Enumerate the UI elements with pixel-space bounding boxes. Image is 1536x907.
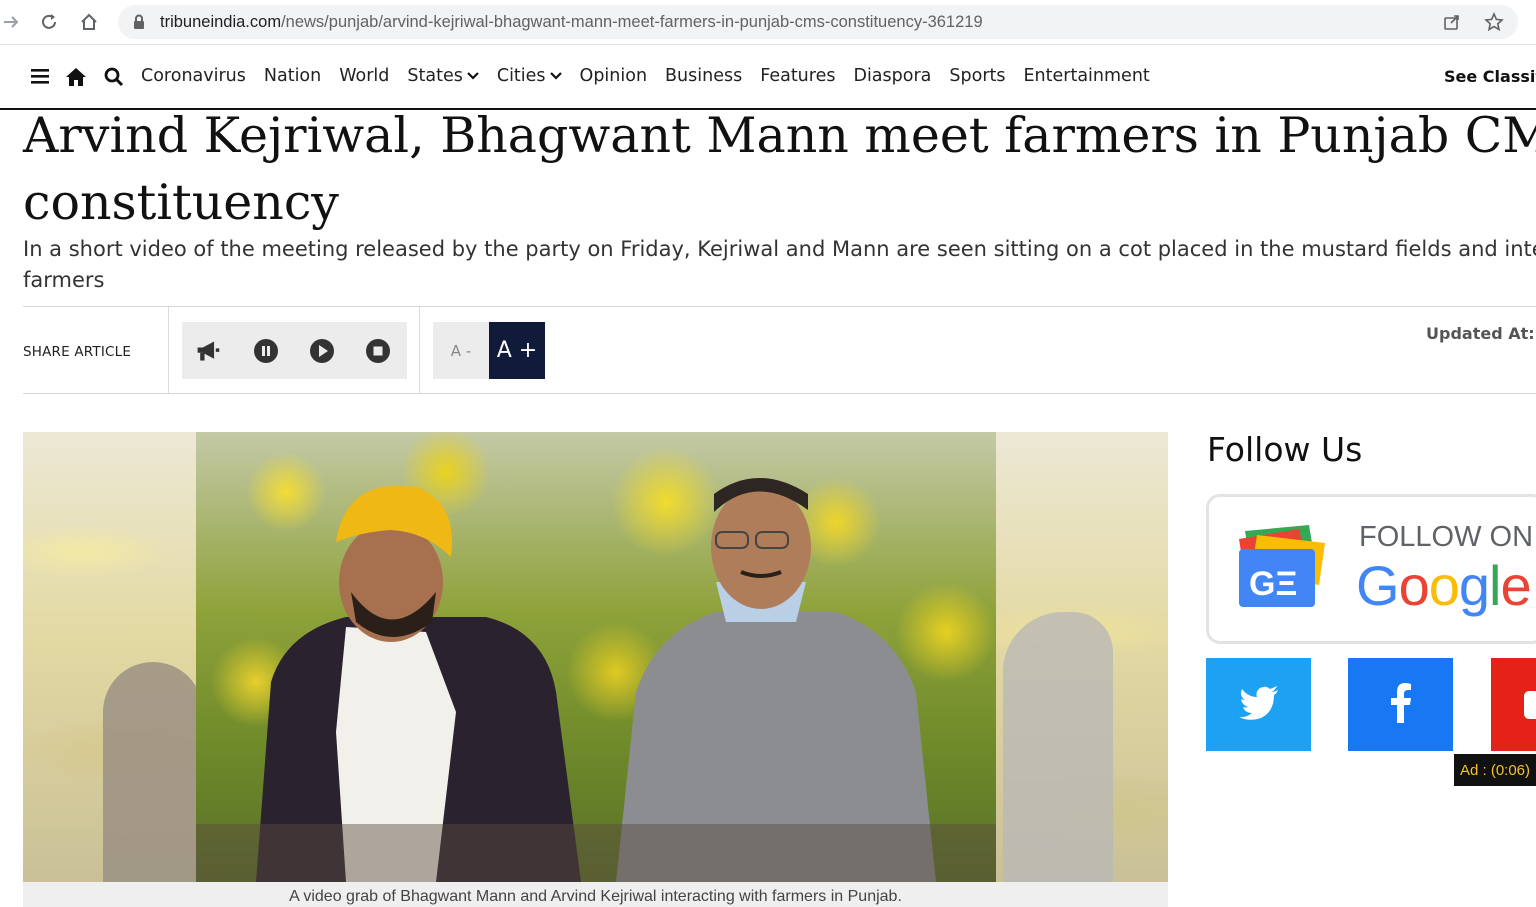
nav-opinion[interactable]: Opinion bbox=[580, 66, 648, 86]
subhead-line-1: In a short video of the meeting released… bbox=[23, 237, 1536, 261]
megaphone-icon[interactable] bbox=[195, 338, 221, 364]
url-text: tribuneindia.com/news/punjab/arvind-kejr… bbox=[160, 13, 983, 31]
nav-states[interactable]: States bbox=[407, 66, 479, 86]
follow-on-label: FOLLOW ON bbox=[1359, 521, 1534, 553]
facebook-icon bbox=[1390, 682, 1412, 727]
photo-caption: A video grab of Bhagwant Mann and Arvind… bbox=[23, 882, 1168, 907]
photo-main-frame bbox=[196, 432, 996, 882]
address-bar[interactable]: tribuneindia.com/news/punjab/arvind-kejr… bbox=[118, 5, 1518, 39]
nav-coronavirus[interactable]: Coronavirus bbox=[141, 66, 246, 86]
youtube-button[interactable] bbox=[1491, 658, 1536, 751]
facebook-button[interactable] bbox=[1348, 658, 1453, 751]
article-headline: Arvind Kejriwal, Bhagwant Mann meet farm… bbox=[23, 102, 1536, 236]
pause-icon[interactable] bbox=[253, 338, 279, 364]
hamburger-menu-icon[interactable] bbox=[31, 67, 49, 89]
see-classified-link[interactable]: See Classifi bbox=[1444, 67, 1536, 86]
nav-business[interactable]: Business bbox=[665, 66, 742, 86]
reload-icon[interactable] bbox=[38, 11, 60, 33]
nav-cities[interactable]: Cities bbox=[497, 66, 562, 86]
google-news-icon: GΞ bbox=[1229, 525, 1333, 619]
twitter-button[interactable] bbox=[1206, 658, 1311, 751]
bookmark-star-icon[interactable] bbox=[1484, 12, 1504, 32]
site-navigation: Coronavirus Nation World States Cities O… bbox=[0, 46, 1536, 110]
svg-text:GΞ: GΞ bbox=[1249, 565, 1297, 603]
home-icon[interactable] bbox=[65, 67, 87, 91]
nav-entertainment[interactable]: Entertainment bbox=[1024, 66, 1150, 86]
chevron-down-icon bbox=[549, 66, 562, 86]
photo-illustration bbox=[196, 478, 996, 882]
home-icon[interactable] bbox=[78, 11, 100, 33]
nav-sports[interactable]: Sports bbox=[949, 66, 1005, 86]
nav-features[interactable]: Features bbox=[760, 66, 835, 86]
divider bbox=[419, 307, 420, 393]
ad-timer-badge: Ad : (0:06) bbox=[1454, 754, 1536, 786]
divider bbox=[168, 307, 169, 393]
audio-controls bbox=[182, 322, 407, 379]
chevron-down-icon bbox=[467, 66, 479, 86]
google-news-follow-card[interactable]: GΞ FOLLOW ON Google bbox=[1206, 494, 1536, 644]
stop-icon[interactable] bbox=[365, 338, 391, 364]
font-decrease-button[interactable]: A - bbox=[433, 322, 489, 379]
updated-at-label: Updated At: bbox=[1426, 324, 1535, 343]
lock-icon[interactable] bbox=[132, 14, 146, 34]
twitter-icon bbox=[1238, 685, 1279, 724]
headline-line-2: constituency bbox=[23, 174, 339, 231]
play-icon[interactable] bbox=[309, 338, 335, 364]
nav-diaspora[interactable]: Diaspora bbox=[853, 66, 931, 86]
browser-toolbar: tribuneindia.com/news/punjab/arvind-kejr… bbox=[0, 0, 1536, 45]
search-icon[interactable] bbox=[104, 67, 124, 91]
subhead-line-2: farmers bbox=[23, 268, 105, 292]
photo-blurred-figure bbox=[1003, 612, 1113, 882]
nav-nation[interactable]: Nation bbox=[264, 66, 321, 86]
youtube-icon bbox=[1524, 690, 1536, 719]
article-photo[interactable]: A video grab of Bhagwant Mann and Arvind… bbox=[23, 432, 1168, 907]
headline-line-1: Arvind Kejriwal, Bhagwant Mann meet farm… bbox=[23, 107, 1536, 164]
share-icon[interactable] bbox=[1442, 12, 1462, 32]
main-menu: Coronavirus Nation World States Cities O… bbox=[141, 66, 1168, 86]
article-subheading: In a short video of the meeting released… bbox=[23, 234, 1536, 296]
share-article-label[interactable]: SHARE ARTICLE bbox=[23, 344, 131, 360]
forward-icon[interactable] bbox=[0, 11, 22, 33]
font-increase-button[interactable]: A + bbox=[489, 322, 545, 379]
google-wordmark: Google bbox=[1356, 554, 1532, 617]
photo-blurred-figure bbox=[103, 662, 203, 882]
follow-us-heading: Follow Us bbox=[1207, 430, 1363, 469]
article-toolbar: SHARE ARTICLE A - A + Updated At: bbox=[23, 306, 1536, 394]
nav-world[interactable]: World bbox=[339, 66, 389, 86]
